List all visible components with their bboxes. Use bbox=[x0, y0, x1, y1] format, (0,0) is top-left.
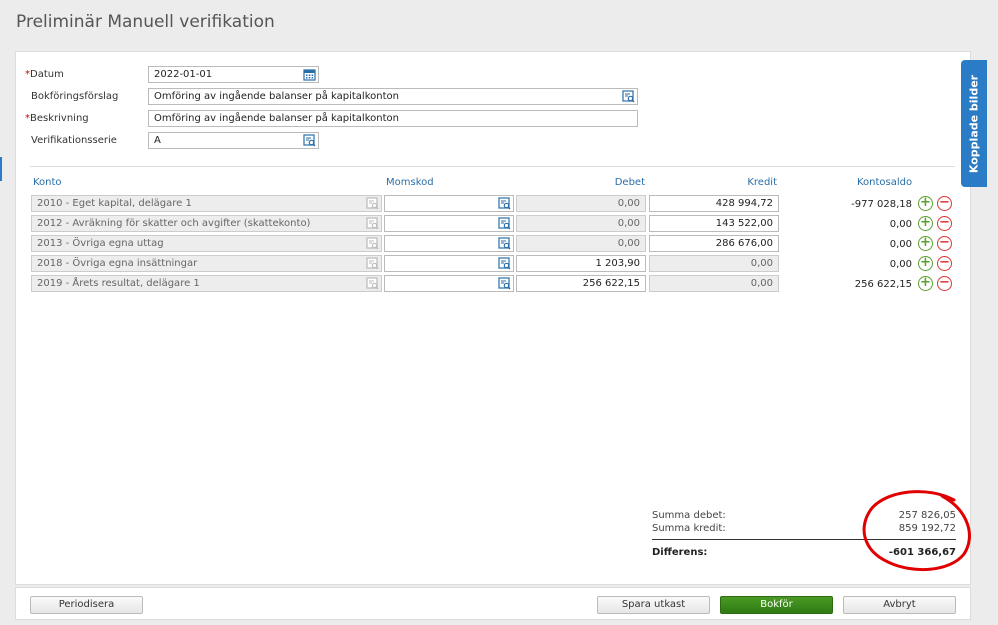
kontosaldo-value: -977 028,18 bbox=[851, 199, 912, 210]
konto-value: 2013 - Övriga egna uttag bbox=[37, 238, 164, 249]
plus-circle-icon[interactable]: + bbox=[918, 256, 933, 271]
konto-cell[interactable]: 2013 - Övriga egna uttag bbox=[31, 235, 382, 252]
beskrivning-label-text: Beskrivning bbox=[30, 113, 89, 124]
column-header-momskod: Momskod bbox=[386, 177, 434, 188]
kontosaldo-value: 0,00 bbox=[889, 259, 912, 270]
datum-label: *Datum bbox=[25, 69, 64, 80]
lookup-icon[interactable] bbox=[366, 197, 379, 211]
lookup-icon[interactable] bbox=[303, 134, 316, 147]
red-annotation-circle bbox=[862, 490, 971, 572]
debet-cell[interactable]: 0,00 bbox=[516, 195, 646, 212]
beskrivning-input[interactable]: Omföring av ingående balanser på kapital… bbox=[148, 110, 638, 127]
debet-cell[interactable]: 0,00 bbox=[516, 215, 646, 232]
kredit-cell[interactable]: 143 522,00 bbox=[649, 215, 779, 232]
lookup-icon[interactable] bbox=[498, 197, 511, 211]
minus-circle-icon[interactable]: − bbox=[937, 276, 952, 291]
momskod-cell[interactable] bbox=[384, 275, 514, 292]
verifikationsserie-input[interactable]: A bbox=[148, 132, 319, 149]
periodisera-button[interactable]: Periodisera bbox=[30, 596, 143, 614]
lookup-icon[interactable] bbox=[498, 257, 511, 271]
form-divider bbox=[30, 166, 955, 167]
debet-cell[interactable]: 1 203,90 bbox=[516, 255, 646, 272]
kopplade-bilder-label: Kopplade bilder bbox=[967, 74, 981, 173]
debet-cell[interactable]: 256 622,15 bbox=[516, 275, 646, 292]
kontosaldo-value: 256 622,15 bbox=[854, 279, 912, 290]
debet-cell[interactable]: 0,00 bbox=[516, 235, 646, 252]
datum-value: 2022-01-01 bbox=[154, 69, 213, 80]
summa-kredit-label: Summa kredit: bbox=[652, 523, 726, 534]
bokforingsforslag-label: Bokföringsförslag bbox=[31, 91, 119, 102]
avbryt-button[interactable]: Avbryt bbox=[843, 596, 956, 614]
momskod-cell[interactable] bbox=[384, 255, 514, 272]
plus-circle-icon[interactable]: + bbox=[918, 216, 933, 231]
bokforingsforslag-input[interactable]: Omföring av ingående balanser på kapital… bbox=[148, 88, 638, 105]
kopplade-bilder-tab[interactable]: Kopplade bilder bbox=[961, 60, 987, 187]
kredit-cell[interactable]: 0,00 bbox=[649, 275, 779, 292]
momskod-cell[interactable] bbox=[384, 215, 514, 232]
konto-cell[interactable]: 2019 - Årets resultat, delägare 1 bbox=[31, 275, 382, 292]
kontosaldo-value: 0,00 bbox=[889, 239, 912, 250]
lookup-icon[interactable] bbox=[366, 237, 379, 251]
kredit-cell[interactable]: 428 994,72 bbox=[649, 195, 779, 212]
spara-utkast-button[interactable]: Spara utkast bbox=[597, 596, 710, 614]
momskod-cell[interactable] bbox=[384, 195, 514, 212]
plus-circle-icon[interactable]: + bbox=[918, 276, 933, 291]
konto-value: 2010 - Eget kapital, delägare 1 bbox=[37, 198, 192, 209]
minus-circle-icon[interactable]: − bbox=[937, 216, 952, 231]
beskrivning-value: Omföring av ingående balanser på kapital… bbox=[154, 113, 399, 124]
column-header-debet: Debet bbox=[614, 177, 645, 188]
differens-label: Differens: bbox=[652, 547, 708, 558]
column-header-kontosaldo: Kontosaldo bbox=[857, 177, 913, 188]
page-title: Preliminär Manuell verifikation bbox=[16, 12, 275, 32]
lookup-icon[interactable] bbox=[366, 257, 379, 271]
bokforingsforslag-value: Omföring av ingående balanser på kapital… bbox=[154, 91, 399, 102]
konto-value: 2018 - Övriga egna insättningar bbox=[37, 258, 198, 269]
kontosaldo-value: 0,00 bbox=[889, 219, 912, 230]
plus-circle-icon[interactable]: + bbox=[918, 196, 933, 211]
column-header-kredit: Kredit bbox=[747, 177, 777, 188]
kredit-cell[interactable]: 286 676,00 bbox=[649, 235, 779, 252]
summa-debet-label: Summa debet: bbox=[652, 510, 726, 521]
minus-circle-icon[interactable]: − bbox=[937, 236, 952, 251]
calendar-icon[interactable] bbox=[303, 68, 316, 81]
konto-cell[interactable]: 2018 - Övriga egna insättningar bbox=[31, 255, 382, 272]
minus-circle-icon[interactable]: − bbox=[937, 196, 952, 211]
konto-value: 2019 - Årets resultat, delägare 1 bbox=[37, 278, 200, 289]
lookup-icon[interactable] bbox=[498, 237, 511, 251]
momskod-cell[interactable] bbox=[384, 235, 514, 252]
beskrivning-label: *Beskrivning bbox=[25, 113, 89, 124]
lookup-icon[interactable] bbox=[498, 217, 511, 231]
datum-input[interactable]: 2022-01-01 bbox=[148, 66, 319, 83]
minus-circle-icon[interactable]: − bbox=[937, 256, 952, 271]
plus-circle-icon[interactable]: + bbox=[918, 236, 933, 251]
verifikationsserie-label: Verifikationsserie bbox=[31, 135, 117, 146]
column-header-konto: Konto bbox=[33, 177, 62, 188]
lookup-icon[interactable] bbox=[366, 277, 379, 291]
lookup-icon[interactable] bbox=[622, 90, 635, 103]
lookup-icon[interactable] bbox=[498, 277, 511, 291]
konto-cell[interactable]: 2010 - Eget kapital, delägare 1 bbox=[31, 195, 382, 212]
left-edge-marker bbox=[0, 157, 2, 181]
konto-cell[interactable]: 2012 - Avräkning för skatter och avgifte… bbox=[31, 215, 382, 232]
kredit-cell[interactable]: 0,00 bbox=[649, 255, 779, 272]
lookup-icon[interactable] bbox=[366, 217, 379, 231]
datum-label-text: Datum bbox=[30, 69, 64, 80]
verifikationsserie-value: A bbox=[154, 135, 161, 146]
bokfor-button[interactable]: Bokför bbox=[720, 596, 833, 614]
konto-value: 2012 - Avräkning för skatter och avgifte… bbox=[37, 218, 311, 229]
